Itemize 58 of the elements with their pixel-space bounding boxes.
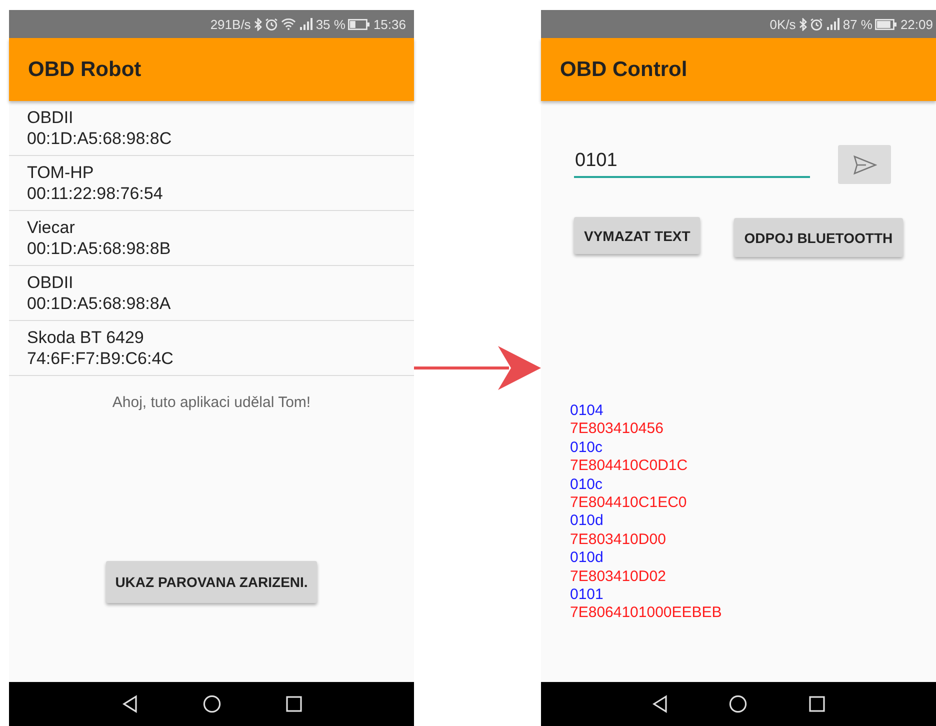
device-name: Skoda BT 6429 [27, 327, 145, 348]
device-address: 00:1D:A5:68:98:8C [27, 128, 173, 149]
show-paired-button[interactable]: UKAZ PAROVANA ZARIZENI. [106, 561, 317, 603]
device-address: 00:1D:A5:68:98:8A [27, 293, 172, 314]
app-title: OBD Control [560, 58, 688, 82]
send-icon [852, 154, 876, 174]
device-name: Viecar [27, 217, 76, 238]
recents-icon[interactable] [286, 696, 302, 712]
device-address: 74:6F:F7:B9:C6:4C [27, 348, 174, 369]
log-line: 010d [570, 549, 604, 568]
bluetooth-icon [798, 18, 807, 30]
log-line: 010d [570, 512, 604, 531]
back-icon[interactable] [652, 695, 668, 713]
device-item[interactable]: TOM-HP 00:11:22:98:76:54 [9, 156, 414, 211]
alarm-icon [264, 18, 278, 30]
home-icon[interactable] [729, 695, 748, 713]
log-line: 7E803410D00 [570, 530, 667, 550]
log-line: 010c [570, 438, 604, 458]
device-name: OBDII [27, 107, 74, 128]
footer-text: Ahoj, tuto aplikaci udělal Tom! [112, 394, 311, 411]
log-line: 7E8064101000EEBEB [570, 604, 723, 623]
home-icon[interactable] [202, 695, 220, 713]
log-line: 7E803410D02 [570, 568, 667, 586]
clock-time: 22:09 [900, 16, 933, 32]
battery-icon [875, 18, 898, 30]
send-button[interactable] [838, 145, 891, 184]
log-line: 7E804410C1EC0 [570, 494, 688, 512]
device-name: OBDII [27, 272, 74, 293]
clear-text-button[interactable]: VYMAZAT TEXT [574, 217, 700, 254]
alarm-icon [810, 18, 823, 30]
log-line: 010c [570, 476, 604, 494]
recents-icon[interactable] [809, 696, 826, 712]
app-title: OBD Robot [28, 58, 142, 82]
battery-percent: 35 % [316, 16, 346, 32]
back-icon[interactable] [122, 695, 138, 713]
clock-time: 15:36 [373, 16, 406, 32]
battery-percent: 87 % [842, 16, 872, 32]
device-item[interactable]: Skoda BT 6429 74:6F:F7:B9:C6:4C [9, 321, 414, 376]
arrow-icon [414, 344, 541, 392]
signal-icon [298, 18, 313, 30]
device-item[interactable]: Viecar 00:1D:A5:68:98:8B [9, 211, 414, 266]
log-line: 0104 [570, 402, 604, 420]
device-address: 00:1D:A5:68:98:8B [27, 238, 172, 259]
network-speed: 291B/s [210, 16, 251, 32]
network-speed: 0K/s [770, 16, 796, 32]
wifi-icon [280, 18, 296, 30]
log-line: 7E803410456 [570, 420, 664, 439]
signal-icon [826, 18, 840, 30]
log-line: 7E804410C0D1C [570, 457, 689, 476]
device-item[interactable]: OBDII 00:1D:A5:68:98:8A [9, 266, 414, 321]
command-input[interactable]: 0101 [574, 145, 810, 178]
device-name: TOM-HP [27, 162, 95, 183]
battery-icon [348, 18, 370, 30]
log-line: 0101 [570, 586, 604, 604]
bluetooth-icon [254, 18, 262, 30]
disconnect-button[interactable]: ODPOJ BLUETOOTTH [734, 218, 903, 257]
device-address: 00:11:22:98:76:54 [27, 183, 164, 204]
device-item[interactable]: OBDII 00:1D:A5:68:98:8C [9, 101, 414, 156]
